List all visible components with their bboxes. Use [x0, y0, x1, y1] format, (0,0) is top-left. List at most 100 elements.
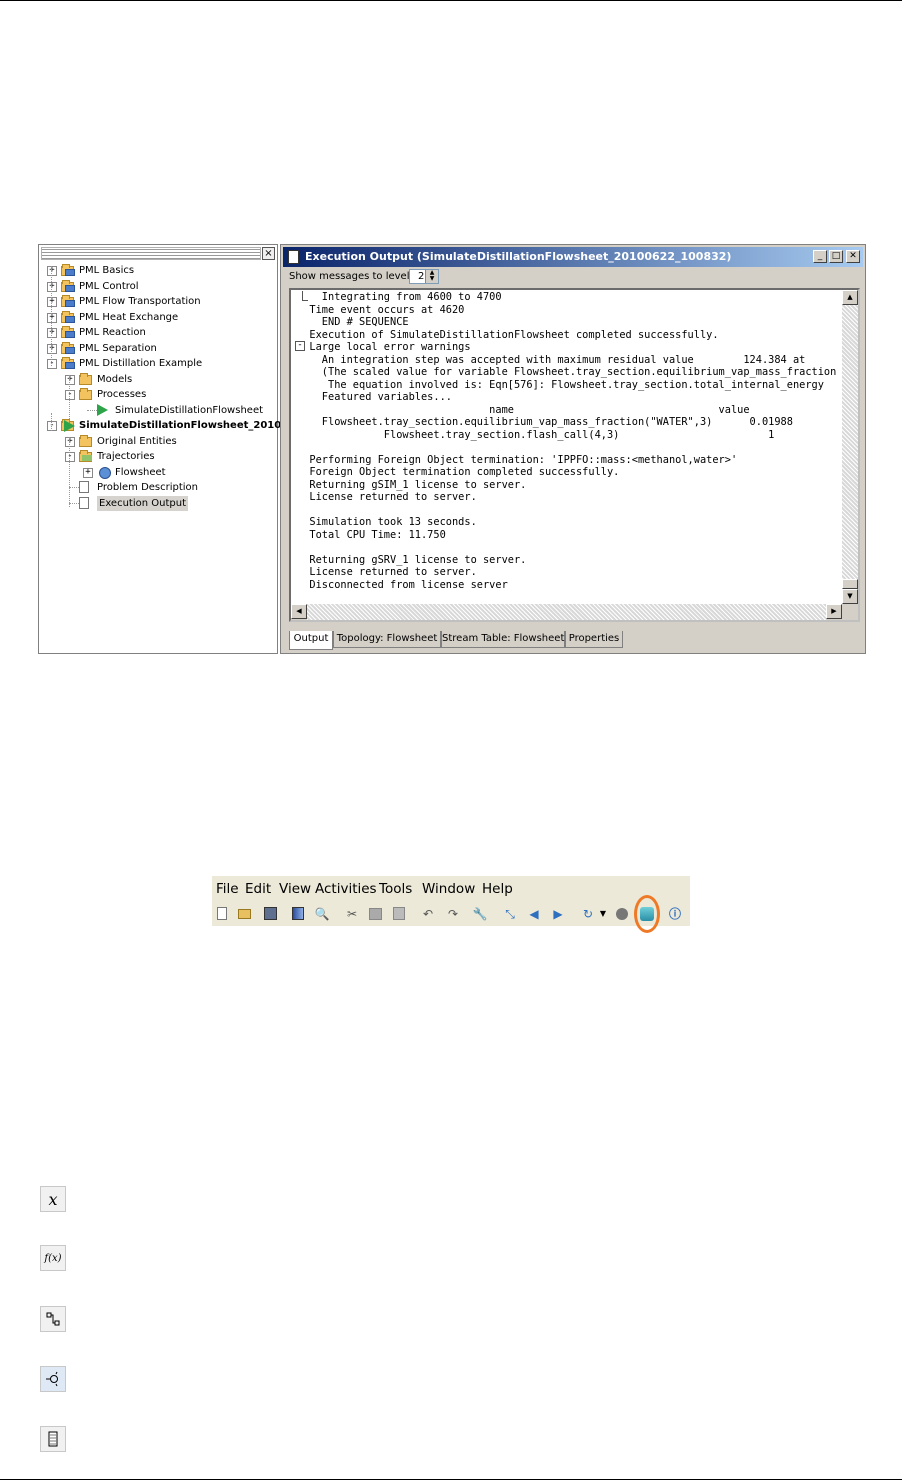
tree-node[interactable]: + PML Separation	[39, 341, 275, 356]
tree-node[interactable]: + PML Basics	[39, 263, 275, 278]
info-icon[interactable]: ⓘ	[667, 906, 683, 922]
stop-icon[interactable]	[614, 906, 630, 922]
tab-output[interactable]: Output	[289, 631, 333, 650]
expand-icon[interactable]: +	[47, 297, 57, 307]
output-line: Returning gSIM_1 license to server.	[297, 478, 527, 491]
collapse-icon[interactable]: -	[47, 421, 57, 431]
open-icon[interactable]	[236, 906, 252, 922]
cut-icon[interactable]: ✂	[344, 906, 360, 922]
panel-grip[interactable]	[41, 247, 261, 260]
tree-node-label: Processes	[97, 389, 147, 400]
menu-activities[interactable]: Activities	[315, 880, 377, 898]
library-folder-icon	[61, 264, 75, 276]
expand-icon[interactable]: +	[65, 437, 75, 447]
menu-edit[interactable]: Edit	[245, 880, 271, 898]
tree-node-label: PML Basics	[79, 265, 135, 276]
find-icon[interactable]: 🔍	[314, 906, 330, 922]
tree-node-label: Flowsheet	[115, 467, 166, 478]
library-folder-icon	[61, 311, 75, 323]
folder-icon	[79, 435, 93, 447]
folder-icon	[79, 373, 93, 385]
window-titlebar[interactable]: Execution Output (SimulateDistillationFl…	[283, 247, 863, 267]
tree-node[interactable]: + Original Entities	[39, 434, 275, 449]
tree-node[interactable]: Execution Output	[39, 496, 275, 511]
tree-node[interactable]: - Trajectories	[39, 449, 275, 464]
minimize-button[interactable]: _	[813, 250, 827, 263]
tree-connector	[69, 503, 79, 504]
folder-icon	[79, 388, 93, 400]
menu-window[interactable]: Window	[422, 880, 475, 898]
back-icon[interactable]: ◀	[526, 906, 542, 922]
dropdown-icon[interactable]: ▼	[598, 906, 608, 922]
collapse-icon[interactable]: -	[47, 359, 57, 369]
document-icon	[79, 497, 89, 509]
collapse-icon[interactable]: -	[65, 390, 75, 400]
tree-node[interactable]: + Models	[39, 372, 275, 387]
toolbar: 🔍 ✂ ↶ ↷ 🔧 ⤡ ◀ ▶ ↻ ▼ ⓘ	[212, 902, 690, 926]
tree-node[interactable]: + PML Flow Transportation	[39, 294, 275, 309]
collapse-icon[interactable]: -	[65, 452, 75, 462]
output-line: An integration step was accepted with ma…	[297, 353, 806, 366]
menu-tools[interactable]: Tools	[379, 880, 412, 898]
wrench-icon[interactable]: 🔧	[472, 906, 488, 922]
scroll-thumb[interactable]	[842, 579, 858, 589]
close-button[interactable]: ✕	[846, 250, 860, 263]
scroll-down-icon[interactable]: ▼	[842, 589, 858, 604]
tree-node[interactable]: + PML Heat Exchange	[39, 310, 275, 325]
expand-icon[interactable]: +	[83, 468, 93, 478]
menu-file[interactable]: File	[216, 880, 239, 898]
undo-icon[interactable]: ↶	[420, 906, 436, 922]
output-line: Execution of SimulateDistillationFlowshe…	[297, 328, 719, 341]
output-line: Flowsheet.tray_section.equilibrium_vap_m…	[297, 416, 793, 428]
refresh-icon[interactable]: ↻	[580, 906, 596, 922]
level-spinner[interactable]: 2 ▲ ▼	[409, 269, 439, 284]
paste-icon[interactable]	[391, 906, 407, 922]
maximize-button[interactable]: □	[829, 250, 843, 263]
horizontal-scrollbar[interactable]: ◀ ▶	[291, 604, 842, 620]
copy-icon[interactable]	[367, 906, 383, 922]
vertical-scrollbar[interactable]: ▲ ▼	[842, 290, 858, 604]
expand-icon[interactable]: +	[47, 344, 57, 354]
forward-icon[interactable]: ▶	[550, 906, 566, 922]
redo-icon[interactable]: ↷	[445, 906, 461, 922]
tab-topology[interactable]: Topology: Flowsheet	[333, 631, 441, 648]
tab-properties[interactable]: Properties	[565, 631, 623, 648]
scroll-left-icon[interactable]: ◀	[291, 604, 307, 619]
tree-node[interactable]: SimulateDistillationFlowsheet	[39, 403, 275, 418]
output-line: License returned to server.	[297, 566, 477, 578]
spinner-arrows-icon[interactable]: ▲ ▼	[425, 270, 438, 283]
tree-node[interactable]: - PML Distillation Example	[39, 356, 275, 371]
tab-stream-table[interactable]: Stream Table: Flowsheet	[441, 631, 565, 648]
execution-output-window: Execution Output (SimulateDistillationFl…	[280, 244, 866, 654]
close-panel-button[interactable]: ×	[262, 247, 275, 260]
output-line: Featured variables...	[297, 391, 452, 403]
menu-help[interactable]: Help	[482, 880, 513, 898]
tree-node[interactable]: - SimulateDistillationFlowsheet_20100622_…	[39, 418, 356, 433]
tree-node[interactable]: + Flowsheet	[39, 465, 275, 480]
expand-icon[interactable]: +	[47, 266, 57, 276]
transform-icon[interactable]: ⤡	[502, 906, 518, 922]
collapse-icon[interactable]: -	[295, 341, 305, 351]
expand-icon[interactable]: +	[47, 282, 57, 292]
case-folder-icon	[61, 419, 75, 432]
expand-icon[interactable]: +	[47, 328, 57, 338]
tree-node[interactable]: + PML Control	[39, 279, 275, 294]
variable-x-icon: x	[40, 1186, 66, 1212]
tree-node[interactable]: Problem Description	[39, 480, 275, 495]
menu-view[interactable]: View	[279, 880, 311, 898]
scroll-right-icon[interactable]: ▶	[826, 604, 842, 619]
save-icon[interactable]	[262, 906, 278, 922]
properties-icon[interactable]	[290, 906, 306, 922]
expand-icon[interactable]: +	[47, 313, 57, 323]
expand-icon[interactable]: +	[65, 375, 75, 385]
output-line: License returned to server.	[297, 491, 477, 503]
horizontal-track[interactable]	[307, 604, 826, 620]
tree-node[interactable]: + PML Reaction	[39, 325, 275, 340]
tree-node[interactable]: - Processes	[39, 387, 275, 402]
tree-connector	[51, 266, 52, 366]
output-console[interactable]: Integrating from 4600 to 4700 Time event…	[289, 288, 860, 622]
level-label: Show messages to level	[289, 271, 410, 282]
output-line: Disconnected from license server	[297, 578, 508, 591]
new-icon[interactable]	[214, 906, 230, 922]
scroll-up-icon[interactable]: ▲	[842, 290, 858, 305]
